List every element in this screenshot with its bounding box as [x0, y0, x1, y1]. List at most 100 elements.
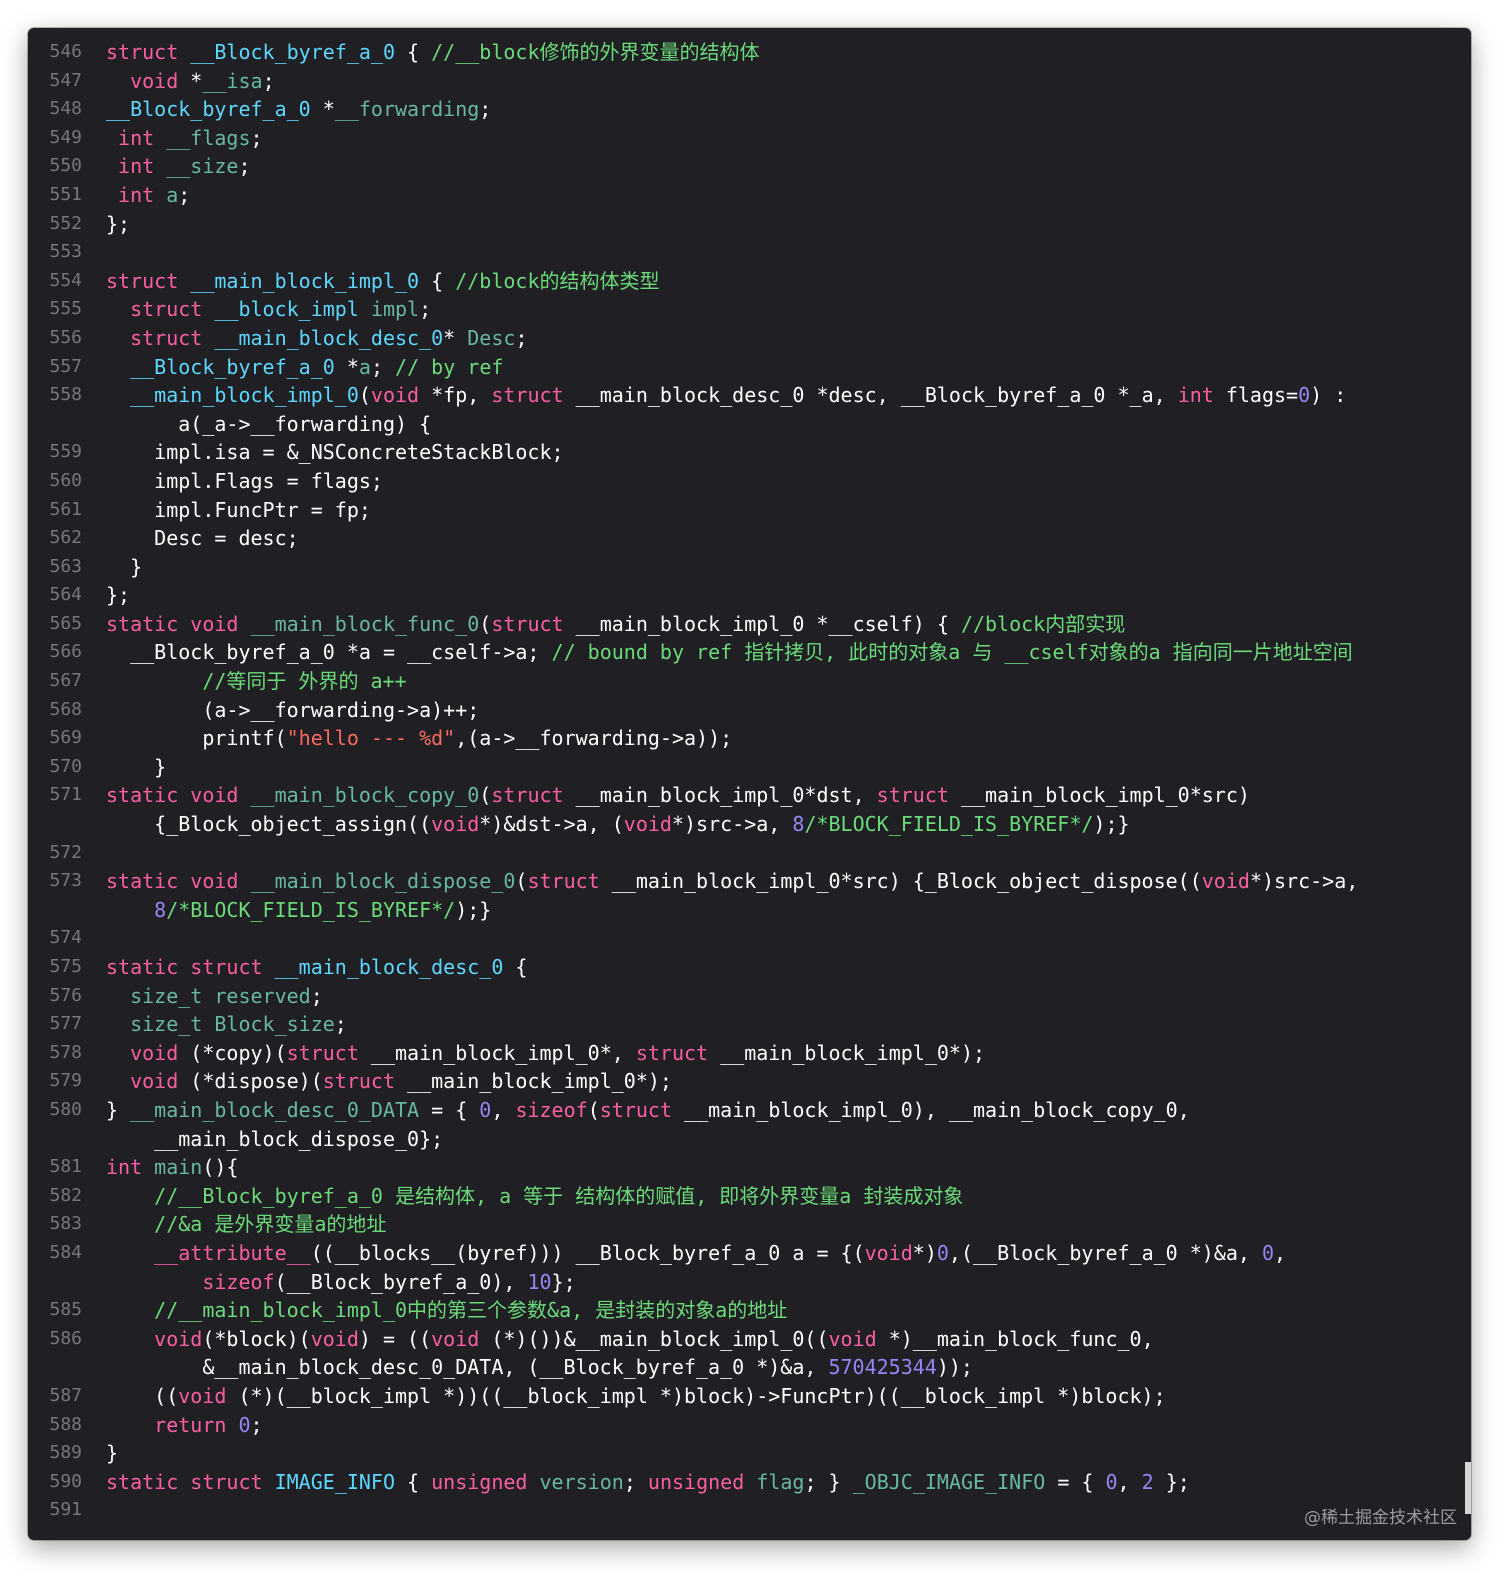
code-token: void	[370, 383, 420, 408]
code-line[interactable]: 569 printf("hello --- %d",(a->__forwardi…	[28, 724, 1471, 753]
code-token: (__Block_byref_a_0),	[274, 1269, 528, 1294]
code-token: void	[310, 1326, 359, 1351]
code-line[interactable]: 558 __main_block_impl_0(void *fp, struct…	[28, 381, 1471, 438]
code-line[interactable]: 591	[28, 1496, 1471, 1525]
code-token: *)src->a,	[671, 812, 793, 837]
code-token: (*copy)(	[178, 1040, 287, 1065]
line-number: 550	[49, 155, 82, 177]
code-text: }	[106, 1439, 1451, 1468]
code-line[interactable]: 563 }	[28, 553, 1471, 582]
code-token: ) = ((	[358, 1326, 432, 1351]
code-line[interactable]: 546 struct __Block_byref_a_0 { //__block修…	[28, 38, 1471, 67]
code-line[interactable]: 559 impl.isa = &_NSConcreteStackBlock;	[28, 438, 1471, 467]
code-token: _OBJC_IMAGE_INFO	[852, 1469, 1046, 1494]
code-line[interactable]: 581 int main(){	[28, 1153, 1471, 1182]
code-line[interactable]: 580} __main_block_desc_0_DATA = { 0, siz…	[28, 1096, 1471, 1153]
code-token: static struct	[106, 1469, 263, 1494]
code-line[interactable]: 567 //等同于 外界的 a++	[28, 667, 1471, 696]
code-line[interactable]: 551 int a;	[28, 181, 1471, 210]
code-line[interactable]: 565 static void __main_block_func_0(struc…	[28, 610, 1471, 639]
code-token: ;	[178, 182, 191, 207]
code-line[interactable]: 584 __attribute__((__blocks__(byref))) _…	[28, 1239, 1471, 1296]
code-line[interactable]: 571 static void __main_block_copy_0(struc…	[28, 781, 1471, 838]
code-token: a	[166, 182, 179, 207]
code-line[interactable]: 583 //&a 是外界变量a的地址	[28, 1210, 1471, 1239]
code-token: __Block_byref_a_0	[106, 97, 311, 122]
code-line[interactable]: 568 (a->__forwarding->a)++;	[28, 696, 1471, 725]
code-line[interactable]: 578 void (*copy)(struct __main_block_imp…	[28, 1039, 1471, 1068]
code-text: static void __main_block_copy_0(struct _…	[106, 781, 1451, 838]
code-line[interactable]: 552};	[28, 210, 1471, 239]
code-line[interactable]: 576 size_t reserved;	[28, 982, 1471, 1011]
code-line[interactable]: 573 static void __main_block_dispose_0(st…	[28, 867, 1471, 924]
code-text: __attribute__((__blocks__(byref))) __Blo…	[106, 1239, 1451, 1296]
code-token: *	[334, 354, 359, 379]
code-line[interactable]: 586 void(*block)(void) = ((void (*)())&_…	[28, 1325, 1471, 1382]
code-editor[interactable]: 546 struct __Block_byref_a_0 { //__block修…	[28, 28, 1471, 1540]
code-token: (	[479, 611, 492, 636]
code-line[interactable]: 547 void *__isa;	[28, 67, 1471, 96]
code-text: void (*copy)(struct __main_block_impl_0*…	[106, 1039, 1451, 1068]
code-token: }	[106, 754, 167, 779]
code-text: static struct IMAGE_INFO { unsigned vers…	[106, 1468, 1451, 1497]
line-number: 574	[49, 927, 82, 949]
code-token: void	[431, 1326, 480, 1351]
code-line[interactable]: 553	[28, 238, 1471, 267]
line-number: 580	[49, 1098, 82, 1120]
code-token: };	[551, 1269, 576, 1294]
code-token: *)&dst->a, (	[479, 812, 624, 837]
code-token: sizeof	[515, 1097, 588, 1122]
code-line[interactable]: 548 __Block_byref_a_0 *__forwarding;	[28, 95, 1471, 124]
code-line[interactable]: 587 ((void (*)(__block_impl *))((__block…	[28, 1382, 1471, 1411]
line-number: 559	[49, 441, 82, 463]
code-line[interactable]: 560 impl.Flags = flags;	[28, 467, 1471, 496]
code-token: ((__blocks__(byref))) __Block_byref_a_0 …	[310, 1240, 865, 1265]
code-line[interactable]: 572	[28, 839, 1471, 868]
code-text: int __flags;	[106, 124, 1451, 153]
code-line[interactable]: 579 void (*dispose)(struct __main_block_…	[28, 1067, 1471, 1096]
code-line[interactable]: 574	[28, 924, 1471, 953]
code-token: static void	[106, 783, 239, 808]
code-line[interactable]: 590 static struct IMAGE_INFO { unsigned v…	[28, 1468, 1471, 1497]
code-line[interactable]: 589}	[28, 1439, 1471, 1468]
code-token: void	[431, 812, 480, 837]
code-line[interactable]: 588 return 0;	[28, 1411, 1471, 1440]
code-token: struct	[491, 783, 564, 808]
code-token: ;	[334, 1012, 347, 1037]
code-token: __main_block_copy_0	[250, 783, 480, 808]
scrollbar-edge[interactable]	[1465, 1462, 1471, 1514]
code-line[interactable]: 555 struct __block_impl impl;	[28, 295, 1471, 324]
code-line[interactable]: 557 __Block_byref_a_0 *a; // by ref	[28, 353, 1471, 382]
code-line[interactable]: 566 __Block_byref_a_0 *a = __cself->a; /…	[28, 638, 1471, 667]
code-line[interactable]: 556 struct __main_block_desc_0* Desc;	[28, 324, 1471, 353]
code-token: {	[395, 1469, 432, 1494]
code-token: __block_impl	[214, 297, 359, 322]
code-line[interactable]: 575 static struct __main_block_desc_0 {	[28, 953, 1471, 982]
code-editor-window: 546 struct __Block_byref_a_0 { //__block修…	[28, 28, 1471, 1540]
code-line[interactable]: 550 int __size;	[28, 152, 1471, 181]
code-token: struct	[322, 1069, 396, 1094]
code-line[interactable]: 554 struct __main_block_impl_0 { //block的…	[28, 267, 1471, 296]
code-line[interactable]: 570 }	[28, 753, 1471, 782]
code-line[interactable]: 585 //__main_block_impl_0中的第三个参数&a, 是封装的…	[28, 1296, 1471, 1325]
code-line[interactable]: 562 Desc = desc;	[28, 524, 1471, 553]
code-text: ((void (*)(__block_impl *))((__block_imp…	[106, 1382, 1451, 1411]
code-token: __flags	[166, 125, 251, 150]
code-line[interactable]: 582 //__Block_byref_a_0 是结构体, a 等于 结构体的赋…	[28, 1182, 1471, 1211]
code-token: void	[1201, 869, 1250, 894]
code-token: );}	[1093, 812, 1130, 837]
code-line[interactable]: 564};	[28, 581, 1471, 610]
code-line[interactable]: 577 size_t Block_size;	[28, 1010, 1471, 1039]
code-token: *fp,	[419, 383, 492, 408]
code-token: 0	[1298, 383, 1311, 408]
line-number: 552	[49, 212, 82, 234]
code-line[interactable]: 561 impl.FuncPtr = fp;	[28, 496, 1471, 525]
code-text: void (*dispose)(struct __main_block_impl…	[106, 1067, 1451, 1096]
code-line[interactable]: 549 int __flags;	[28, 124, 1471, 153]
code-token: a	[358, 354, 371, 379]
code-token: (*)())&__main_block_impl_0((	[479, 1326, 829, 1351]
